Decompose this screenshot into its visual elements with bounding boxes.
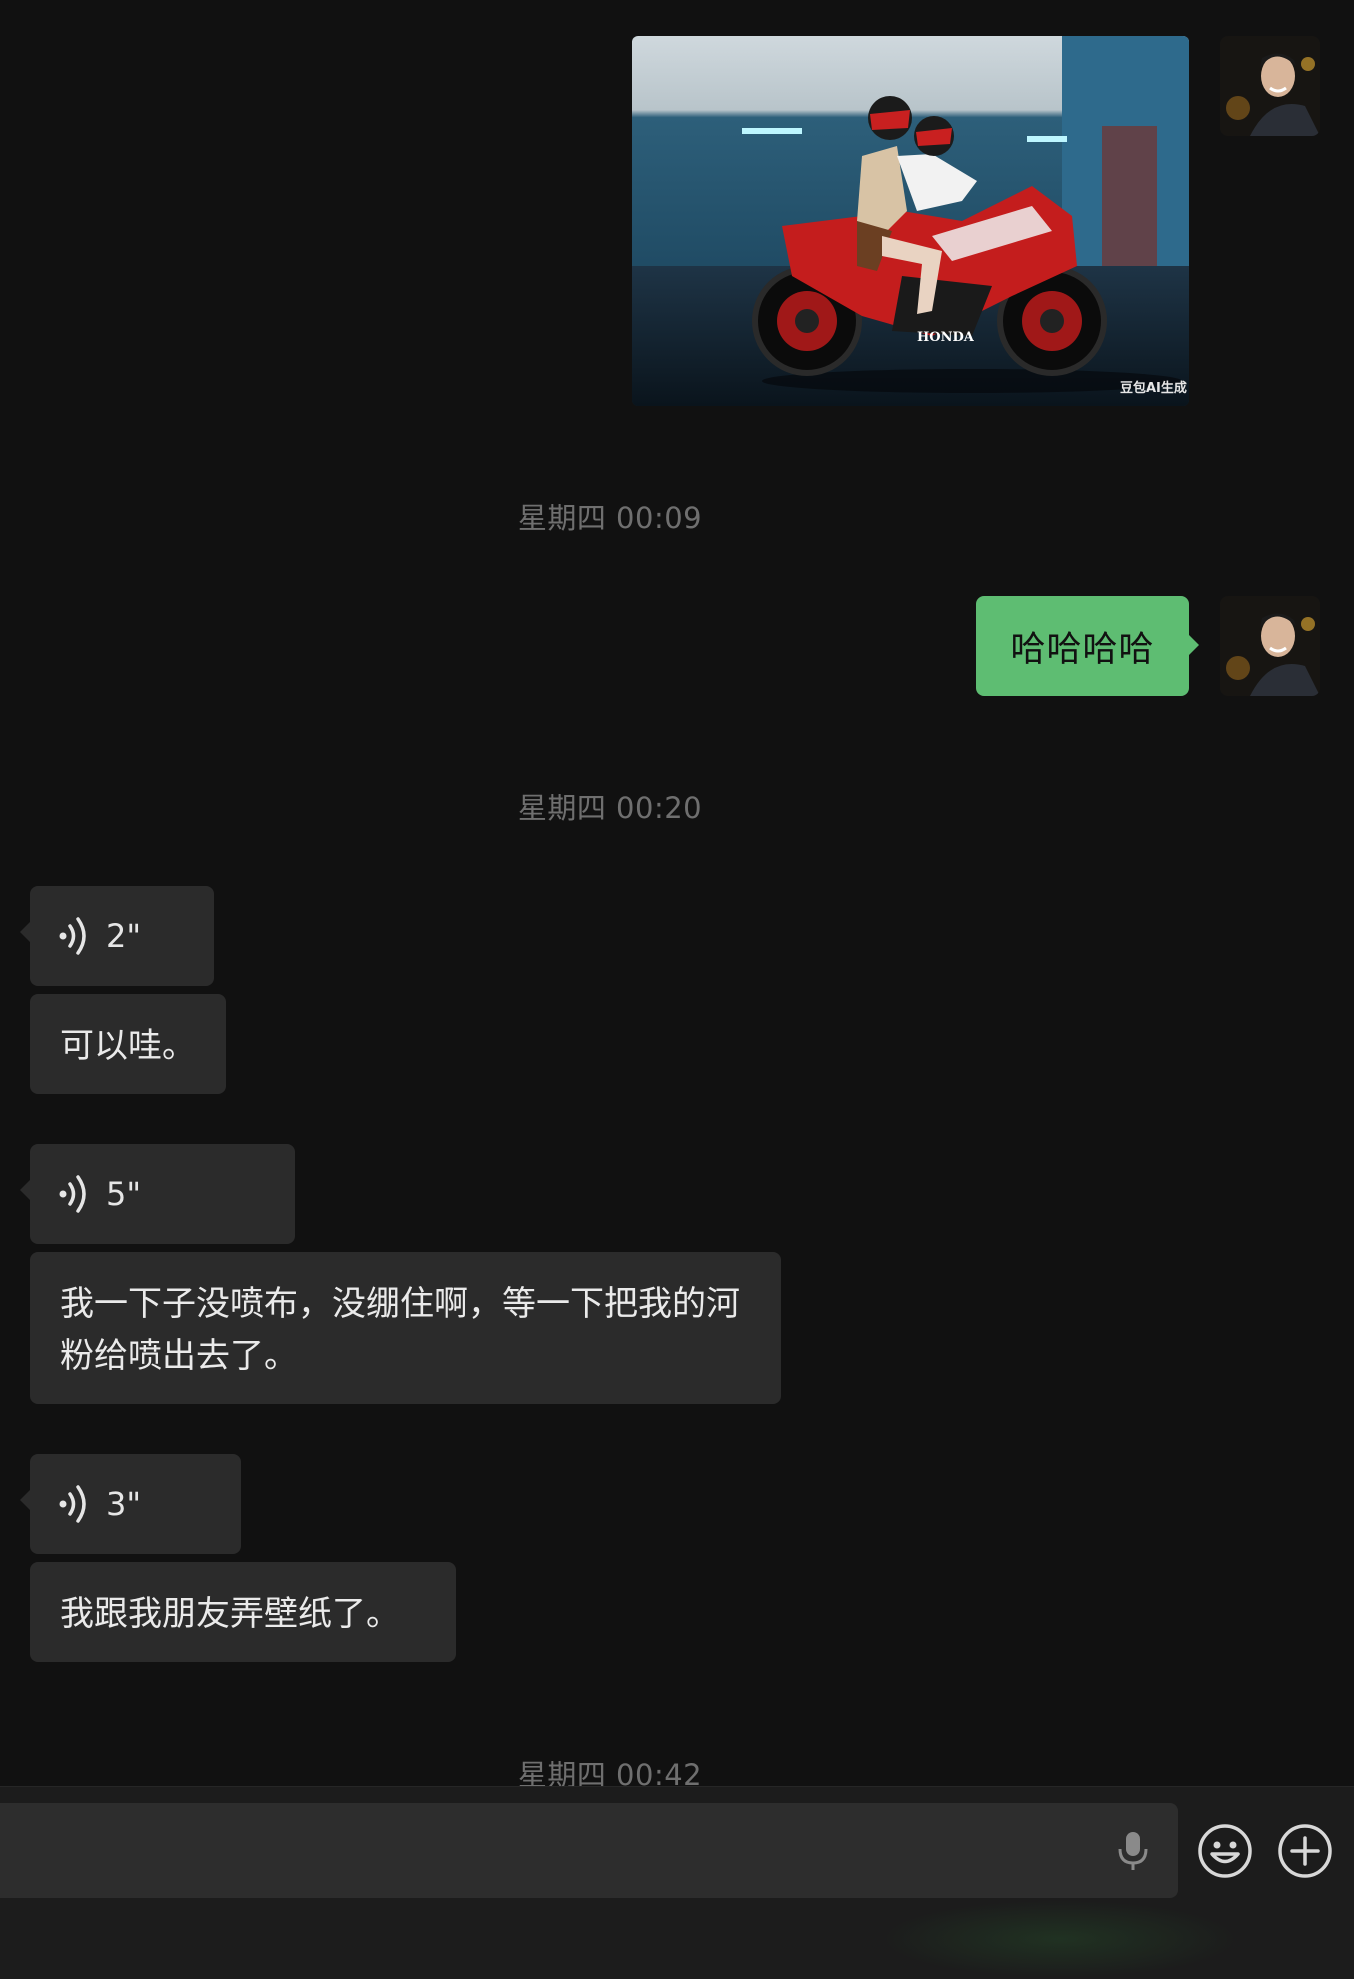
motorcycle-photo: HONDA 豆包AI生成 xyxy=(632,36,1189,406)
plus-circle-icon[interactable] xyxy=(1277,1823,1333,1879)
received-text-bubble[interactable]: 我跟我朋友弄壁纸了。 xyxy=(30,1562,456,1662)
timestamp: 星期四 00:09 xyxy=(517,501,703,535)
received-text-bubble[interactable]: 可以哇。 xyxy=(30,994,226,1094)
my-avatar[interactable] xyxy=(1220,596,1320,696)
my-avatar[interactable] xyxy=(1220,36,1320,136)
avatar-photo xyxy=(1220,36,1320,136)
voice-message[interactable]: 5" xyxy=(20,1144,295,1244)
bubble-tail xyxy=(20,922,30,942)
voice-wave-icon xyxy=(59,917,86,955)
received-text: 我跟我朋友弄壁纸了。 xyxy=(60,1594,400,1634)
voice-wave-icon xyxy=(59,1485,86,1523)
sent-text-bubble[interactable]: 哈哈哈哈 xyxy=(976,596,1199,696)
timestamp: 星期四 00:20 xyxy=(517,791,703,825)
bubble-tail xyxy=(20,1490,30,1510)
voice-duration: 3" xyxy=(106,1485,142,1523)
bubble-tail xyxy=(20,1180,30,1200)
voice-wave-icon xyxy=(59,1175,86,1213)
avatar-photo xyxy=(1220,596,1320,696)
received-text: 可以哇。 xyxy=(60,1026,196,1066)
sent-image-message[interactable]: HONDA 豆包AI生成 xyxy=(632,36,1189,406)
voice-message[interactable]: 2" xyxy=(20,886,214,986)
sent-text: 哈哈哈哈 xyxy=(1010,629,1155,670)
voice-message[interactable]: 3" xyxy=(20,1454,241,1554)
microphone-icon[interactable] xyxy=(1115,1830,1151,1872)
received-text: 我一下子没喷布，没绷住啊，等一下把我的河粉给喷出去了。 xyxy=(60,1284,740,1376)
voice-duration: 2" xyxy=(106,917,142,955)
message-input[interactable] xyxy=(0,1803,1178,1898)
keyboard-glow xyxy=(880,1900,1240,1978)
bubble-tail xyxy=(1188,634,1199,656)
received-text-bubble[interactable]: 我一下子没喷布，没绷住啊，等一下把我的河粉给喷出去了。 xyxy=(30,1252,781,1404)
emoji-icon[interactable] xyxy=(1197,1823,1253,1879)
bike-brand-text: HONDA xyxy=(917,330,975,345)
voice-duration: 5" xyxy=(106,1175,142,1213)
ai-watermark: 豆包AI生成 xyxy=(1120,380,1187,396)
